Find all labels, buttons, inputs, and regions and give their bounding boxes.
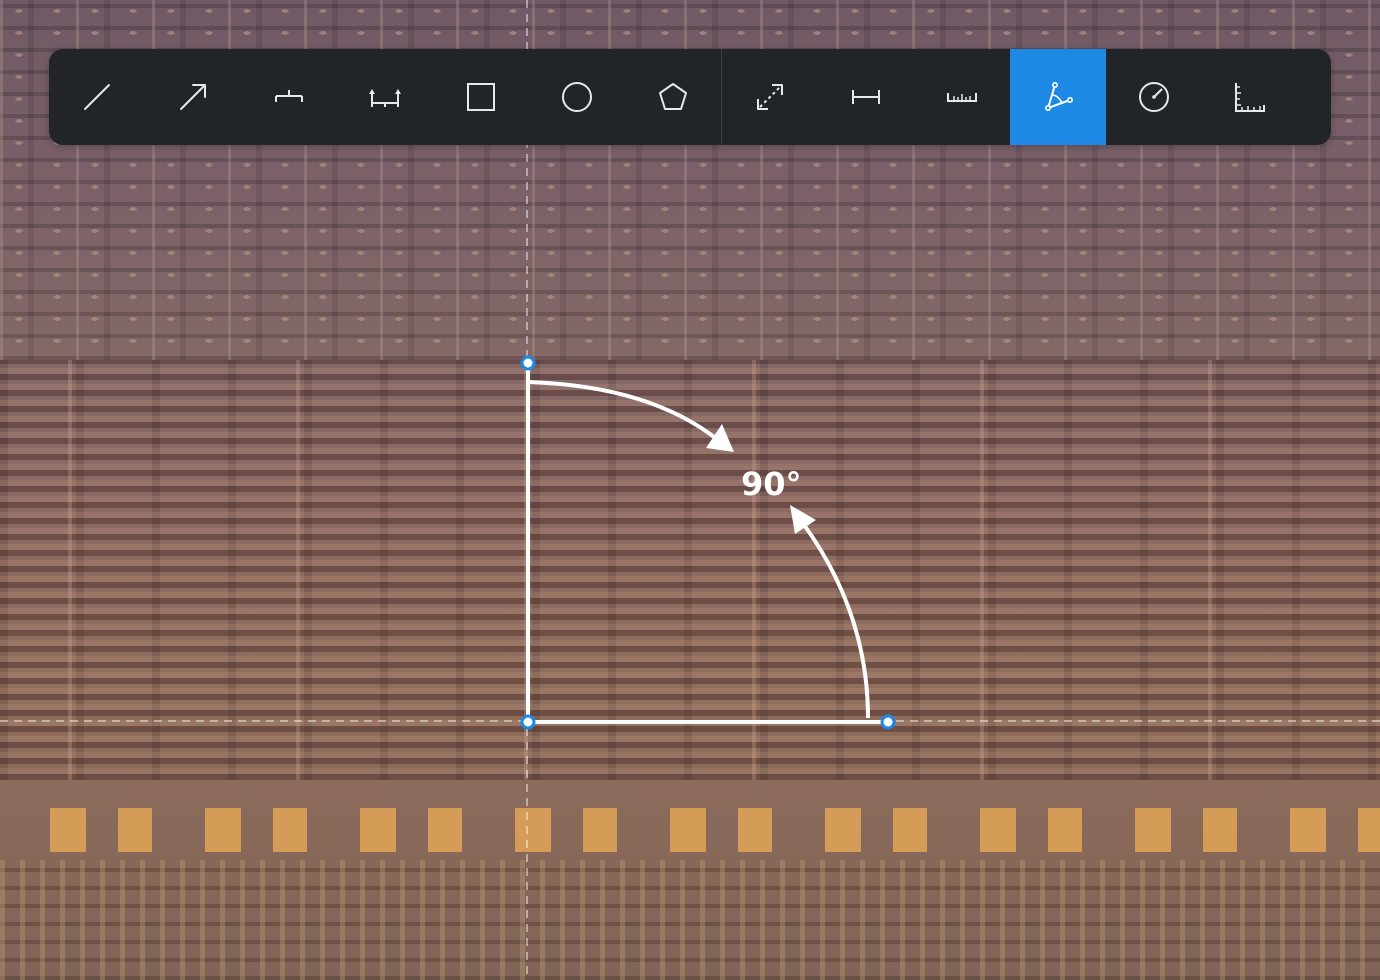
angle-arc-arrowhead-upper <box>706 424 734 452</box>
corner-ruler-tool[interactable] <box>1202 49 1298 145</box>
line-tool[interactable] <box>49 49 145 145</box>
circle-tool[interactable] <box>529 49 625 145</box>
angle-arc-arrowhead-lower <box>790 505 816 534</box>
horizontal-dimension-icon <box>852 90 880 104</box>
rectangle-tool[interactable] <box>433 49 529 145</box>
arrow-icon <box>180 84 206 110</box>
angle-value-label: 90° <box>741 465 802 503</box>
handle-top[interactable] <box>520 355 536 371</box>
baseline-arrows-icon <box>369 89 401 107</box>
circle-icon <box>562 82 592 112</box>
pentagon-icon <box>659 83 687 110</box>
offset-line-tool[interactable] <box>241 49 337 145</box>
measurement-overlay: 90° <box>0 0 1380 980</box>
handle-right[interactable] <box>880 714 896 730</box>
angle-arc-lower <box>800 520 870 719</box>
baseline-tool[interactable] <box>337 49 433 145</box>
offset-line-icon <box>275 90 303 102</box>
radius-tool[interactable] <box>1106 49 1202 145</box>
distance-tool[interactable] <box>722 49 818 145</box>
ruler-icon <box>947 93 977 102</box>
annotation-toolbar <box>49 49 1331 145</box>
corner-ruler-icon <box>1235 83 1265 112</box>
angle-tool[interactable] <box>1010 49 1106 145</box>
polygon-tool[interactable] <box>625 49 721 145</box>
width-tool[interactable] <box>818 49 914 145</box>
ruler-tool[interactable] <box>914 49 1010 145</box>
circle-radius-icon <box>1139 82 1169 112</box>
angle-measurement[interactable]: 90° <box>520 355 896 730</box>
angle-icon <box>1044 81 1073 111</box>
diagonal-double-arrow-icon <box>757 84 783 110</box>
line-icon <box>84 84 110 110</box>
square-icon <box>467 83 495 111</box>
angle-arc-upper <box>527 380 720 442</box>
handle-vertex[interactable] <box>520 714 536 730</box>
arrow-tool[interactable] <box>145 49 241 145</box>
